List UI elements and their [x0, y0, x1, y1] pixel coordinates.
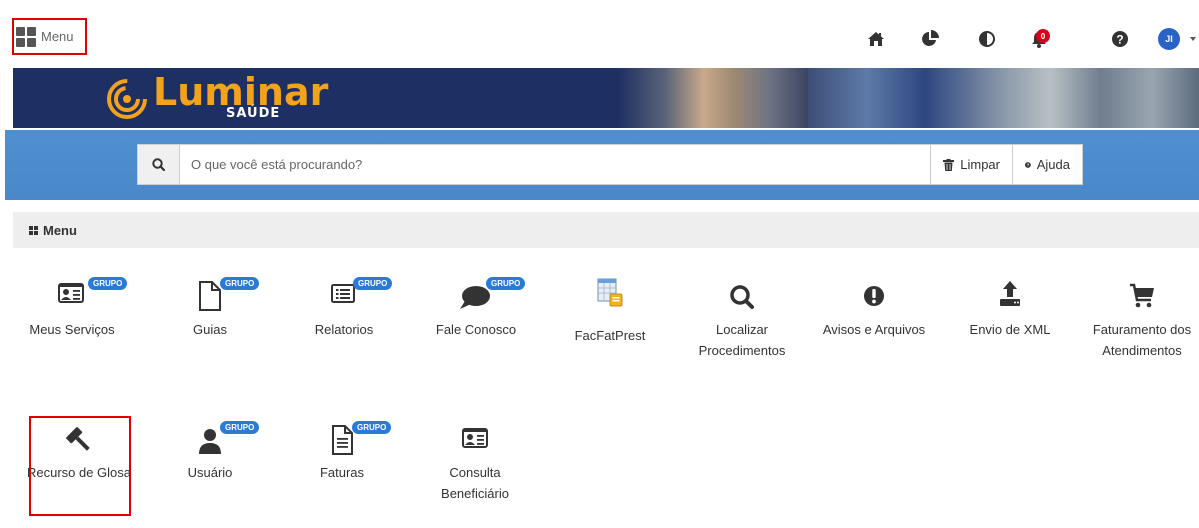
spreadsheet-icon — [597, 278, 623, 307]
tile-fale-conosco[interactable]: GRUPO Fale Conosco — [416, 272, 536, 382]
tile-label: FacFatPrest — [574, 328, 646, 343]
chevron-down-icon[interactable] — [1190, 37, 1196, 41]
group-badge: GRUPO — [220, 421, 260, 434]
help-button[interactable]: ? Ajuda — [1012, 145, 1082, 184]
tile-faturas[interactable]: GRUPO Faturas — [282, 418, 402, 528]
tile-label: Relatorios — [314, 322, 374, 337]
notification-count-badge: 0 — [1036, 29, 1050, 43]
tile-label: Usuário — [187, 465, 233, 480]
group-badge: GRUPO — [352, 421, 392, 434]
tile-label: Faturas — [319, 465, 365, 480]
tile-label: Consulta Beneficiário — [441, 465, 509, 501]
tile-meus-servicos[interactable]: GRUPO Meus Serviços — [12, 272, 132, 382]
tile-label: Envio de XML — [969, 322, 1051, 337]
id-card-icon — [462, 428, 488, 448]
svg-text:?: ? — [1027, 162, 1030, 167]
group-badge: GRUPO — [353, 277, 393, 290]
upload-icon — [1000, 281, 1020, 306]
svg-text:?: ? — [1116, 33, 1123, 47]
menu-section-header: Menu — [13, 212, 1199, 248]
home-icon[interactable] — [866, 28, 886, 50]
tile-label: Localizar Procedimentos — [698, 322, 786, 358]
search-icon — [152, 158, 165, 171]
tile-usuario[interactable]: GRUPO Usuário — [150, 418, 270, 528]
search-input[interactable] — [180, 145, 931, 184]
group-badge: GRUPO — [486, 277, 526, 290]
brand-banner: Luminar SAÚDE — [13, 68, 1199, 128]
help-button-label: Ajuda — [1036, 157, 1070, 172]
contrast-icon[interactable] — [977, 28, 997, 50]
tile-label: Fale Conosco — [435, 322, 517, 337]
tile-label: Avisos e Arquivos — [822, 322, 926, 337]
tile-avisos-e-arquivos[interactable]: Avisos e Arquivos — [814, 272, 934, 382]
trash-icon — [943, 158, 955, 171]
top-navbar: Menu ? 0 JI — [0, 0, 1199, 68]
brand-logo-subtext: SAÚDE — [226, 106, 281, 121]
clear-button[interactable]: Limpar — [930, 145, 1012, 184]
grid-icon — [29, 225, 38, 235]
search-icon — [730, 285, 754, 309]
alert-icon — [864, 286, 884, 306]
clear-button-label: Limpar — [960, 157, 1000, 172]
pie-chart-icon[interactable] — [920, 28, 940, 50]
tile-facfatprest[interactable]: FacFatPrest — [550, 272, 670, 382]
search-section: Limpar ? Ajuda — [5, 130, 1199, 200]
tile-relatorios[interactable]: GRUPO Relatorios — [284, 272, 404, 382]
tile-consulta-beneficiario[interactable]: Consulta Beneficiário — [415, 418, 535, 528]
group-badge: GRUPO — [220, 277, 260, 290]
user-avatar[interactable]: JI — [1158, 28, 1180, 50]
question-circle-icon: ? — [1025, 161, 1031, 168]
highlight-box — [29, 416, 131, 516]
group-badge: GRUPO — [88, 277, 128, 290]
tile-envio-de-xml[interactable]: Envio de XML — [950, 272, 1070, 382]
tile-label: Guias — [193, 322, 227, 337]
tile-label: Faturamento dos Atendimentos — [1092, 322, 1192, 358]
help-icon[interactable]: ? — [1110, 28, 1130, 50]
cart-icon — [1130, 283, 1154, 308]
logo-swirl-icon — [107, 79, 147, 119]
banner-photo-worker — [808, 68, 1199, 128]
tile-label: Meus Serviços — [29, 322, 115, 337]
search-button[interactable] — [138, 145, 180, 184]
search-bar: Limpar ? Ajuda — [137, 144, 1083, 185]
tile-guias[interactable]: GRUPO Guias — [150, 272, 270, 382]
banner-photo-people — [618, 68, 808, 128]
tile-localizar-procedimentos[interactable]: Localizar Procedimentos — [682, 272, 802, 382]
tile-faturamento-dos-atendimentos[interactable]: Faturamento dos Atendimentos — [1082, 272, 1199, 382]
section-title: Menu — [43, 222, 77, 238]
